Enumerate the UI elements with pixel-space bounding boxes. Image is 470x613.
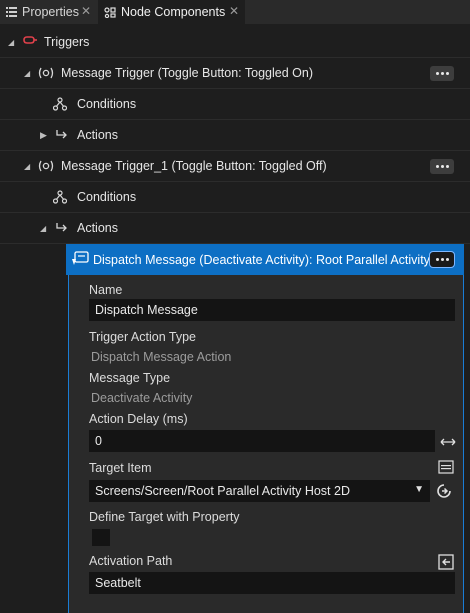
define-target-checkbox[interactable]: [92, 529, 110, 546]
message-type-label: Message Type: [89, 371, 171, 385]
dispatch-message-icon: [71, 251, 89, 267]
target-item-dropdown[interactable]: Screens/Screen/Root Parallel Activity Ho…: [89, 480, 430, 502]
actions-icon: [55, 129, 69, 141]
node-components-icon: [104, 6, 116, 18]
action-delay-value: 0: [95, 434, 102, 448]
tree-row-actions[interactable]: ▶ Actions: [0, 120, 470, 151]
tree-label-dispatch-message: Dispatch Message (Deactivate Activity): …: [93, 252, 430, 267]
expand-down-icon[interactable]: ◢: [8, 38, 14, 47]
action-delay-field[interactable]: 0: [89, 430, 435, 452]
tab-properties-label: Properties: [22, 5, 79, 19]
tree-row-message-trigger[interactable]: ◢ Message Trigger (Toggle Button: Toggle…: [0, 58, 470, 89]
expand-down-icon[interactable]: ◢: [24, 162, 30, 171]
resize-horizontal-icon[interactable]: [439, 435, 457, 449]
define-target-label: Define Target with Property: [89, 510, 240, 524]
tab-divider: [0, 24, 470, 26]
tab-bar: Properties ✕ Node Components ✕: [0, 0, 470, 24]
tree-label-message-trigger-1: Message Trigger_1 (Toggle Button: Toggle…: [61, 159, 327, 173]
chevron-down-icon: ▼: [414, 484, 424, 495]
actions-icon: [55, 222, 69, 234]
action-properties-panel: Name Dispatch Message Trigger Action Typ…: [68, 275, 464, 613]
activation-path-label: Activation Path: [89, 554, 173, 568]
activation-path-field[interactable]: Seatbelt: [89, 572, 455, 594]
conditions-icon: [53, 190, 67, 204]
node-picker-icon[interactable]: [437, 459, 455, 475]
more-options-button[interactable]: [429, 251, 455, 268]
tree-row-message-trigger-1[interactable]: ◢ Message Trigger_1 (Toggle Button: Togg…: [0, 151, 470, 182]
tree-label-message-trigger: Message Trigger (Toggle Button: Toggled …: [61, 66, 313, 80]
tab-node-components[interactable]: Node Components ✕: [98, 0, 245, 24]
go-to-target-icon[interactable]: [435, 482, 453, 500]
tree-row-actions-2[interactable]: ◢ Actions: [0, 213, 470, 244]
tree-label-conditions-2: Conditions: [77, 190, 137, 204]
more-options-button[interactable]: [430, 66, 454, 81]
close-icon[interactable]: ✕: [81, 4, 91, 18]
name-field[interactable]: Dispatch Message: [89, 299, 455, 321]
expand-right-icon[interactable]: ▶: [40, 130, 47, 141]
conditions-icon: [53, 97, 67, 111]
activation-path-value: Seatbelt: [95, 576, 141, 590]
more-options-button[interactable]: [430, 159, 454, 174]
target-item-label: Target Item: [89, 461, 152, 475]
path-picker-icon[interactable]: [437, 553, 455, 571]
tree-label-triggers: Triggers: [44, 35, 90, 49]
tree-row-conditions-2[interactable]: Conditions: [0, 182, 470, 213]
trigger-icon: [22, 35, 38, 49]
expand-down-icon[interactable]: ◢: [40, 224, 46, 233]
tree-label-actions-2: Actions: [77, 221, 118, 235]
trigger-action-type-value: Dispatch Message Action: [91, 350, 232, 364]
tree-row-conditions[interactable]: Conditions: [0, 89, 470, 120]
tree-label-conditions: Conditions: [77, 97, 137, 111]
close-icon[interactable]: ✕: [229, 4, 239, 18]
tab-node-components-label: Node Components: [121, 5, 226, 19]
message-trigger-icon: [37, 67, 55, 79]
target-item-value: Screens/Screen/Root Parallel Activity Ho…: [95, 484, 350, 498]
action-delay-label: Action Delay (ms): [89, 412, 188, 426]
tree-row-dispatch-message[interactable]: Dispatch Message (Deactivate Activity): …: [66, 244, 464, 275]
expand-down-icon[interactable]: ◢: [24, 69, 30, 78]
message-type-value: Deactivate Activity: [91, 391, 193, 405]
name-field-value: Dispatch Message: [95, 303, 198, 317]
message-trigger-icon: [37, 160, 55, 172]
tree-row-triggers[interactable]: ◢ Triggers: [0, 27, 470, 58]
list-icon: [6, 7, 17, 17]
name-label: Name: [89, 283, 123, 297]
tree-label-actions: Actions: [77, 128, 118, 142]
tab-properties[interactable]: Properties ✕: [0, 0, 97, 24]
trigger-action-type-label: Trigger Action Type: [89, 330, 197, 344]
